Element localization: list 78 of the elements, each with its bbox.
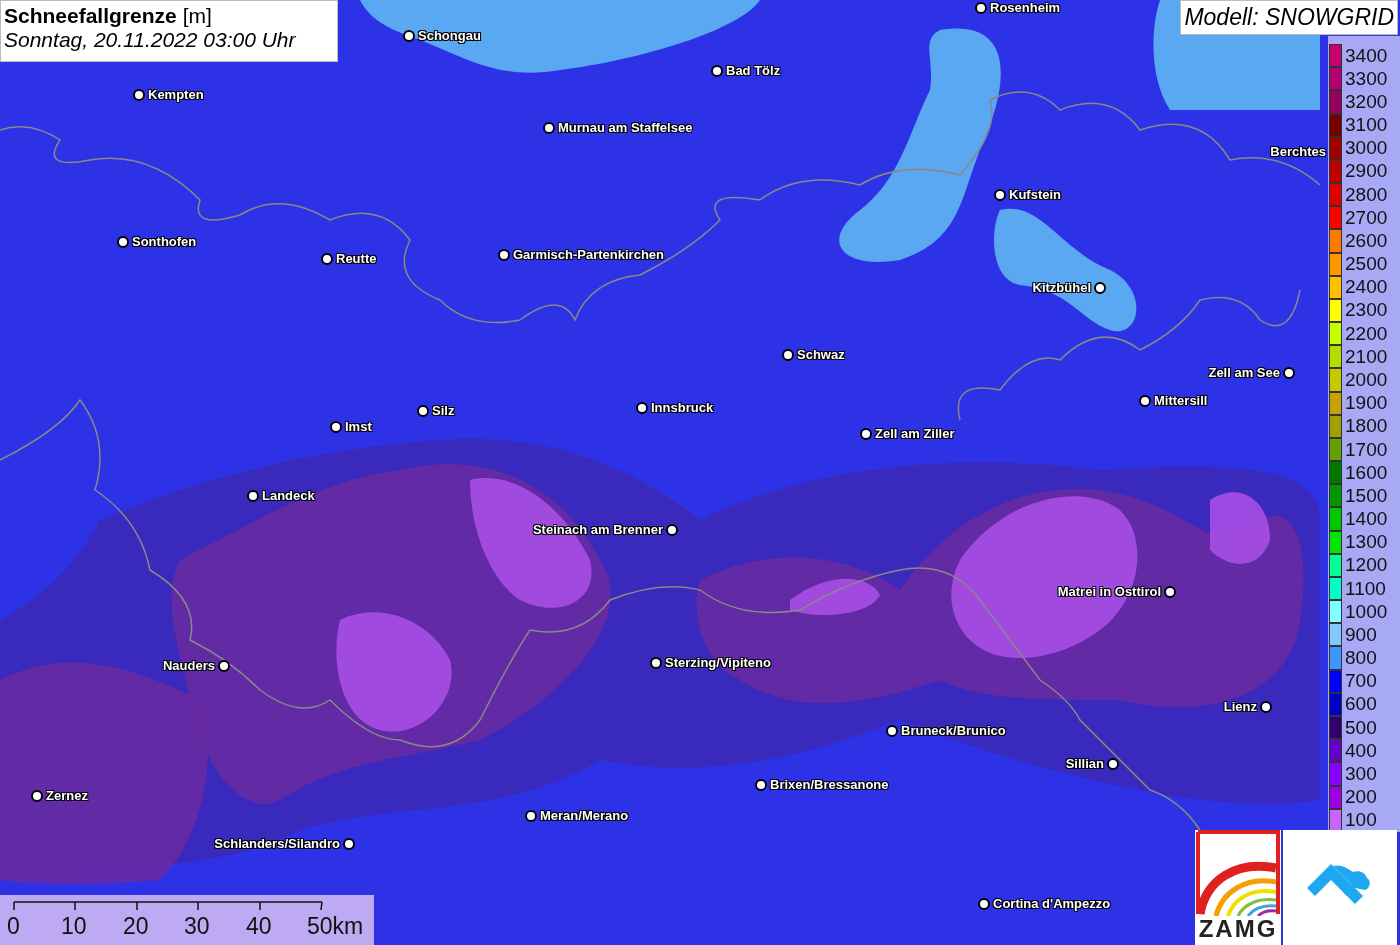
city-label: Silz: [432, 403, 455, 418]
legend-label: 900: [1345, 623, 1377, 646]
scale-label: 20: [123, 913, 149, 940]
city-label: Lienz: [1223, 699, 1257, 714]
legend-label: 3200: [1345, 90, 1388, 113]
scale-label: 30: [184, 913, 210, 940]
legend-label: 2700: [1345, 206, 1388, 229]
legend-label: 2600: [1345, 229, 1388, 252]
legend-label: 500: [1345, 716, 1377, 739]
city-label: Bruneck/Brunico: [901, 723, 1006, 738]
legend-label: 1400: [1345, 508, 1388, 530]
scale-label: 40: [246, 913, 272, 940]
city-label: Reutte: [336, 251, 377, 266]
scale-ruler-icon: [13, 901, 323, 911]
city-label: Zell am Ziller: [875, 426, 955, 441]
city-label: Nauders: [162, 658, 215, 673]
city-label: Brixen/Bressanone: [770, 777, 889, 792]
city-label: Sonthofen: [132, 234, 197, 249]
city-label: Schongau: [418, 28, 481, 43]
legend-label: 2900: [1345, 160, 1388, 183]
legend-label: 1500: [1345, 484, 1388, 507]
city-label: Sterzing/Vipiteno: [665, 655, 771, 670]
city-label: Meran/Merano: [540, 808, 629, 823]
legend-label: 600: [1345, 693, 1377, 716]
legend-label: 1900: [1345, 392, 1388, 415]
unit-label: [m]: [182, 4, 212, 28]
city-label: Imst: [345, 419, 372, 434]
legend-label: 2000: [1345, 369, 1388, 391]
legend-label: 2500: [1345, 253, 1388, 276]
city-label: Berchtes: [1270, 144, 1326, 159]
city-label: Schlanders/Silandro: [214, 836, 340, 851]
city-label: Schwaz: [797, 347, 845, 362]
legend-label: 2300: [1345, 299, 1388, 322]
contour-area: [1210, 492, 1270, 564]
legend-label: 700: [1345, 670, 1377, 693]
city-label: Garmisch-Partenkirchen: [513, 247, 664, 262]
scale-label: 10: [61, 913, 87, 940]
legend-label: 1700: [1345, 438, 1388, 461]
rainbow-logo-icon: [1196, 830, 1280, 916]
legend-label: 200: [1345, 786, 1377, 809]
map-title: Schneefallgrenze: [4, 4, 177, 28]
city-label: Kempten: [148, 87, 204, 102]
zamg-logo-text: ZAMG: [1198, 916, 1278, 942]
legend-label: 400: [1345, 739, 1377, 762]
legend-label: 300: [1345, 762, 1377, 785]
scale-label: 50km: [307, 913, 364, 940]
legend-label: 2800: [1345, 183, 1388, 206]
city-label: Kitzbühel: [1032, 280, 1091, 295]
city-label: Landeck: [262, 488, 315, 503]
city-label: Rosenheim: [990, 0, 1061, 15]
city-label: Zernez: [46, 788, 88, 803]
legend-label: 3400: [1345, 44, 1388, 67]
city-label: Zell am See: [1208, 365, 1280, 380]
city-label: Sillian: [1065, 756, 1104, 771]
model-label: Modell: SNOWGRID: [1180, 0, 1398, 35]
city-label: Murnau am Staffelsee: [558, 120, 693, 135]
legend-label: 2400: [1345, 276, 1388, 299]
city-label: Kufstein: [1009, 187, 1061, 202]
legend-label: 100: [1345, 809, 1377, 832]
legend-label: 1100: [1345, 577, 1386, 600]
legend-label: 1000: [1345, 600, 1388, 623]
date-label: Sonntag, 20.11.2022 03:00 Uhr: [4, 28, 297, 52]
city-label: Innsbruck: [651, 400, 714, 415]
legend-label: 1600: [1345, 461, 1388, 484]
city-label: Cortina d'Ampezzo: [993, 896, 1111, 911]
legend-label: 1800: [1345, 415, 1388, 438]
legend-label: 2100: [1345, 345, 1388, 368]
legend-label: 3000: [1345, 137, 1388, 160]
city-label: Bad Tölz: [726, 63, 781, 78]
legend-label: 3100: [1345, 114, 1388, 137]
city-label: Mittersill: [1154, 393, 1208, 408]
legend-label: 800: [1345, 647, 1377, 670]
legend-label: 1200: [1345, 554, 1388, 577]
legend-label: 1300: [1345, 531, 1388, 554]
legend-label: 2200: [1345, 322, 1388, 345]
scale-label: 0: [7, 913, 20, 940]
city-label: Matrei in Osttirol: [1057, 584, 1161, 599]
legend-label: 3300: [1345, 67, 1388, 90]
